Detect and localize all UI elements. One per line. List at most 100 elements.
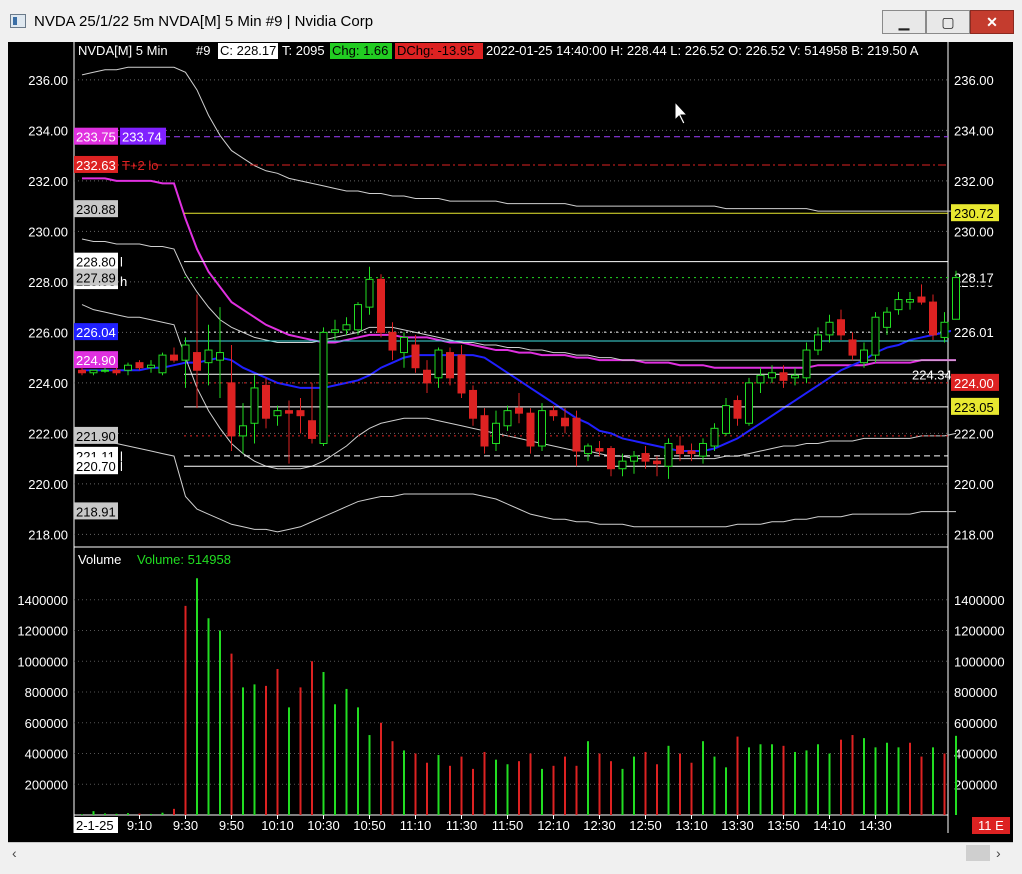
candle-body [457,354,466,394]
overlay-line-vwap [82,177,956,369]
candle-body [354,304,362,331]
candle-body [595,448,604,452]
candle-body [699,442,707,457]
volume-axis-tick-right: 200000 [954,777,997,792]
time-axis-label: 13:50 [767,818,800,833]
price-axis-tick-left: 228.00 [28,275,68,290]
candle-body [825,321,834,336]
level-label: 230.88 [76,202,116,217]
time-axis-label: 9:10 [127,818,152,833]
candle-body [722,405,730,434]
candle-body [135,362,144,369]
scroll-thumb[interactable] [966,845,990,861]
time-axis-label: 13:10 [675,818,708,833]
header-bar-index: #9 [196,43,210,58]
candle-body [871,316,880,356]
price-axis-tick-right: 234.00 [954,123,994,138]
maximize-button[interactable]: ▢ [926,10,970,34]
minimize-button[interactable]: ▁ [882,10,926,34]
volume-axis-tick-left: 200000 [25,777,68,792]
candle-body [503,410,512,427]
candle-body [319,331,328,444]
candle-body [296,410,305,417]
level-label: 221.90 [76,429,116,444]
chart-area[interactable]: NVDA[M] 5 Min #9 C: 228.17 T: 2095 Chg: 1.66… [8,42,1013,842]
overlay-line-band [81,432,956,533]
scroll-right-icon[interactable]: › [996,845,1001,861]
level-label-suffix: l [120,255,123,270]
candle-body [250,387,259,424]
candle-body [653,460,661,465]
time-axis-label: 11:50 [492,818,524,833]
candle-body [411,344,420,369]
time-axis-label: 11:30 [446,818,478,833]
volume-axis-tick-right: 1400000 [954,593,1005,608]
candle-body [837,319,845,336]
time-axis-label: 13:30 [721,818,754,833]
level-label: 228.80 [76,255,116,270]
time-axis-label: 12:30 [583,818,616,833]
price-axis-tick-right: 220.00 [954,477,994,492]
candle-body [377,278,385,333]
candle-body [492,422,500,444]
level-right-label: 223.05 [954,400,994,415]
candle-body [89,369,98,374]
candle-body [894,299,903,311]
candle-body [710,427,719,447]
level-right-label: 226.01 [954,325,994,340]
candle-body [607,448,615,470]
level-right-text: 224.34 [912,367,952,382]
candle-body [779,372,788,381]
candle-body [561,417,569,427]
candle-body [906,299,914,303]
candle-body [308,420,316,439]
level-text: T+2 lo [122,158,159,173]
close-button[interactable]: ✕ [970,10,1014,34]
level-label: 220.70 [76,459,116,474]
scroll-left-icon[interactable]: ‹ [12,845,17,861]
overlay-line-band [81,238,956,361]
candle-body [147,364,155,369]
price-axis-tick-left: 222.00 [28,426,68,441]
price-axis-tick-right: 218.00 [954,527,994,542]
candle-body [549,410,558,417]
candle-body [285,410,293,414]
header-trades: T: 2095 [282,43,325,58]
price-axis-tick-left: 236.00 [28,73,68,88]
level-label-suffix: l [120,459,123,474]
candle-body [630,455,638,462]
time-axis-label: 10:30 [307,818,340,833]
chart-canvas[interactable]: NVDA[M] 5 Min #9 C: 228.17 T: 2095 Chg: 1.66… [8,42,1013,842]
overlay-line-band [81,304,957,470]
time-axis-label: 10:50 [353,818,386,833]
candle-body [331,329,339,333]
horizontal-scrollbar[interactable]: ‹ › [8,842,1013,863]
candle-body [365,278,374,308]
price-axis-tick-right: 236.00 [954,73,994,88]
candle-body [239,425,247,437]
app-chart-icon [10,14,26,28]
time-axis-label: 12:10 [537,818,570,833]
volume-axis-tick-right: 800000 [954,685,997,700]
candle-body [745,382,753,424]
candle-body [388,331,397,351]
candle-body [181,344,190,361]
candle-body [204,349,213,364]
candle-body [434,349,443,379]
candle-body [641,453,650,462]
candle-body [584,445,592,455]
candle-body [78,369,86,374]
candle-body [733,400,742,419]
level-label: 227.89 [76,271,116,286]
volume-axis-tick-right: 1200000 [954,624,1005,639]
candle-body [400,336,408,354]
header-close: C: 228.17 [220,43,276,58]
time-axis-label: 9:50 [219,818,244,833]
level-label: 226.04 [76,325,116,340]
time-axis-date: 2-1-25 [76,818,114,833]
volume-axis-tick-left: 1200000 [17,624,68,639]
price-axis-tick-left: 232.00 [28,174,68,189]
volume-value: Volume: 514958 [137,552,231,567]
price-axis-tick-left: 226.00 [28,325,68,340]
candle-body [917,296,926,303]
